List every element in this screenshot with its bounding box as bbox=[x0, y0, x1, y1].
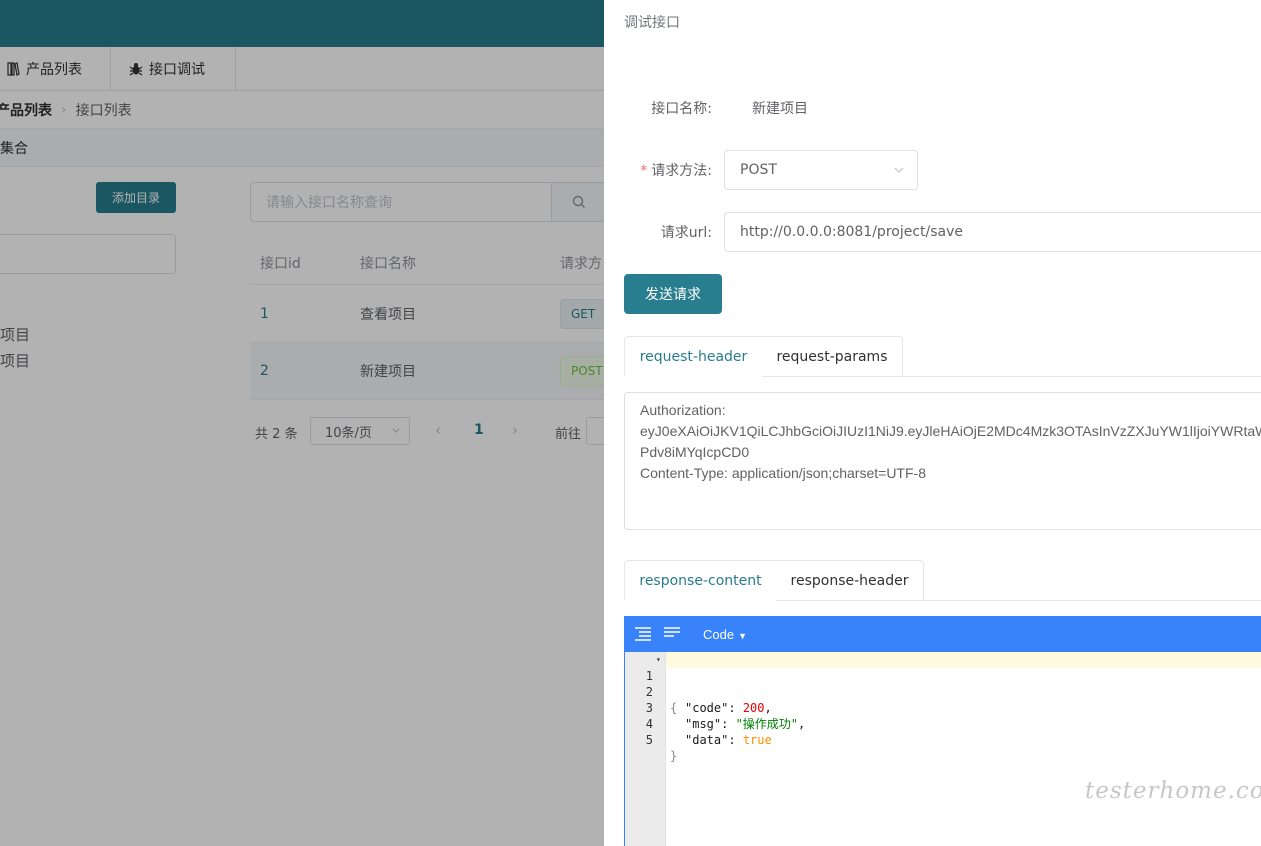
editor-menu-bar: Code ▼ bbox=[625, 617, 1261, 652]
code-line: 5 } bbox=[646, 716, 1261, 763]
required-mark: * bbox=[640, 163, 648, 179]
send-request-button[interactable]: 发送请求 bbox=[624, 274, 722, 314]
code-line: 2 "code": 200, bbox=[646, 668, 1261, 715]
editor-mode-button[interactable]: Code ▼ bbox=[703, 627, 747, 642]
api-name-value: 新建项目 bbox=[752, 101, 808, 117]
drawer-title: 调试接口 bbox=[624, 15, 680, 31]
line-number: 3 bbox=[645, 701, 653, 715]
caret-down-icon: ▼ bbox=[738, 631, 747, 641]
request-header-textarea[interactable]: Authorization: eyJ0eXAiOiJKV1QiLCJhbGciO… bbox=[624, 392, 1261, 530]
line-number: 5 bbox=[645, 733, 653, 747]
url-input-value: http://0.0.0.0:8081/project/save bbox=[740, 224, 964, 240]
fold-arrow-icon[interactable]: ▾ bbox=[656, 652, 661, 668]
method-select[interactable]: POST bbox=[724, 150, 918, 190]
header-line: Authorization: bbox=[640, 402, 726, 418]
header-line: eyJ0eXAiOiJKV1QiLCJhbGciOiJIUzI1NiJ9.eyJ… bbox=[640, 423, 1261, 439]
header-line: Pdv8iMYqIcpCD0 bbox=[640, 444, 750, 460]
watermark: testerhome.com bbox=[1085, 778, 1261, 804]
method-select-value: POST bbox=[740, 162, 777, 178]
line-number: 1 bbox=[645, 669, 653, 683]
code-line: 3 "msg": "操作成功", bbox=[646, 684, 1261, 731]
method-label-text: 请求方法: bbox=[651, 163, 712, 179]
json-brace: } bbox=[670, 749, 678, 763]
tab-request-params[interactable]: request-params bbox=[762, 336, 903, 377]
header-line: Content-Type: application/json;charset=U… bbox=[640, 465, 926, 481]
editor-mode-label: Code bbox=[703, 627, 735, 642]
tab-response-content[interactable]: response-content bbox=[624, 560, 777, 601]
url-input[interactable]: http://0.0.0.0:8081/project/save bbox=[724, 212, 1261, 252]
code-line: 4 "data": true bbox=[646, 700, 1261, 747]
line-number: 2 bbox=[645, 685, 653, 699]
api-name-label: 接口名称: bbox=[651, 101, 712, 117]
debug-drawer: 调试接口 接口名称: 新建项目 * 请求方法: POST 请求url: http:… bbox=[604, 0, 1261, 846]
code-line: 1 ▾ { bbox=[646, 652, 1261, 715]
response-tabs: response-content response-header bbox=[624, 560, 1261, 601]
url-label: 请求url: bbox=[660, 225, 712, 241]
json-editor[interactable]: Code ▼ 1 ▾ { 2 "code": 200, 3 "msg": "操作成… bbox=[624, 616, 1261, 846]
format-json-icon[interactable] bbox=[634, 626, 652, 642]
chevron-down-icon bbox=[894, 167, 904, 173]
line-number: 4 bbox=[645, 717, 653, 731]
method-label: * 请求方法: bbox=[604, 160, 712, 180]
json-boolean: true bbox=[742, 733, 772, 747]
editor-code-area[interactable]: 1 ▾ { 2 "code": 200, 3 "msg": "操作成功", 4 … bbox=[646, 652, 1261, 846]
request-tabs: request-header request-params bbox=[624, 336, 1261, 377]
compact-json-icon[interactable] bbox=[663, 626, 681, 642]
tab-request-header[interactable]: request-header bbox=[624, 336, 763, 377]
tab-response-header[interactable]: response-header bbox=[776, 560, 924, 601]
